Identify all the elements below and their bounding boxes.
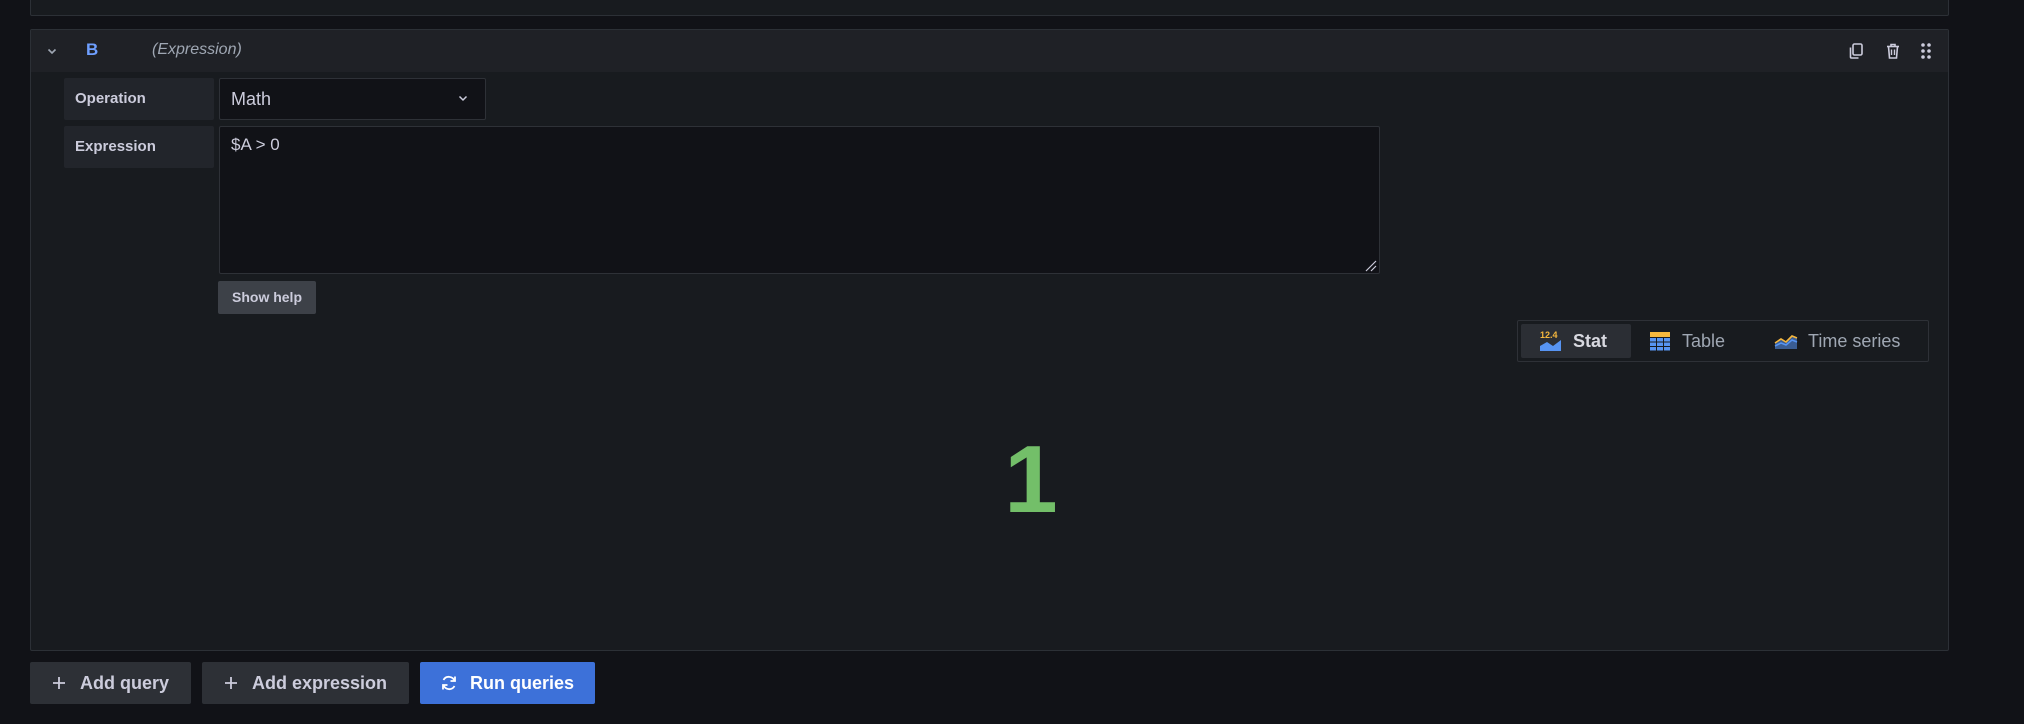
viz-option-stat[interactable]: 12.4 Stat (1521, 324, 1631, 358)
previous-query-panel (30, 0, 1949, 16)
operation-select-value: Math (231, 89, 272, 109)
resize-handle-icon[interactable] (1363, 257, 1377, 272)
viz-option-label: Table (1682, 330, 1726, 351)
refresh-icon (440, 674, 458, 692)
add-query-label: Add query (80, 672, 170, 693)
viz-option-table[interactable]: Table (1648, 324, 1758, 358)
chevron-down-icon (455, 90, 471, 106)
add-expression-button[interactable]: Add expression (202, 662, 409, 704)
show-help-button[interactable]: Show help (218, 281, 316, 314)
plus-icon (222, 674, 240, 692)
query-type-label: (Expression) (152, 41, 242, 58)
collapse-chevron-icon[interactable] (43, 42, 61, 60)
run-queries-label: Run queries (470, 672, 575, 693)
expression-label: Expression (64, 126, 214, 168)
stat-icon: 12.4 (1539, 329, 1563, 353)
query-ref-id[interactable]: B (86, 40, 98, 60)
drag-handle-icon[interactable] (1916, 41, 1936, 61)
add-expression-label: Add expression (252, 672, 388, 693)
table-icon (1648, 329, 1672, 353)
viz-option-label: Stat (1573, 330, 1608, 351)
plus-icon (50, 674, 68, 692)
expression-value: $A > 0 (231, 135, 280, 154)
operation-label: Operation (64, 78, 214, 120)
add-query-button[interactable]: Add query (30, 662, 191, 704)
run-queries-button[interactable]: Run queries (420, 662, 595, 704)
expression-textarea[interactable]: $A > 0 (219, 126, 1380, 274)
time-series-icon (1774, 329, 1798, 353)
expression-query-panel: B (Expression) Operation Math Expression… (30, 29, 1949, 651)
stat-value: 1 (1004, 426, 1058, 533)
viz-option-time-series[interactable]: Time series (1774, 324, 1924, 358)
trash-icon[interactable] (1883, 41, 1903, 61)
duplicate-icon[interactable] (1846, 41, 1866, 61)
viz-option-label: Time series (1808, 330, 1901, 351)
operation-select[interactable]: Math (219, 78, 486, 120)
visualization-picker: 12.4 Stat Table Time series (1517, 320, 1929, 362)
svg-text:12.4: 12.4 (1540, 330, 1558, 340)
query-header: B (Expression) (31, 30, 1948, 72)
